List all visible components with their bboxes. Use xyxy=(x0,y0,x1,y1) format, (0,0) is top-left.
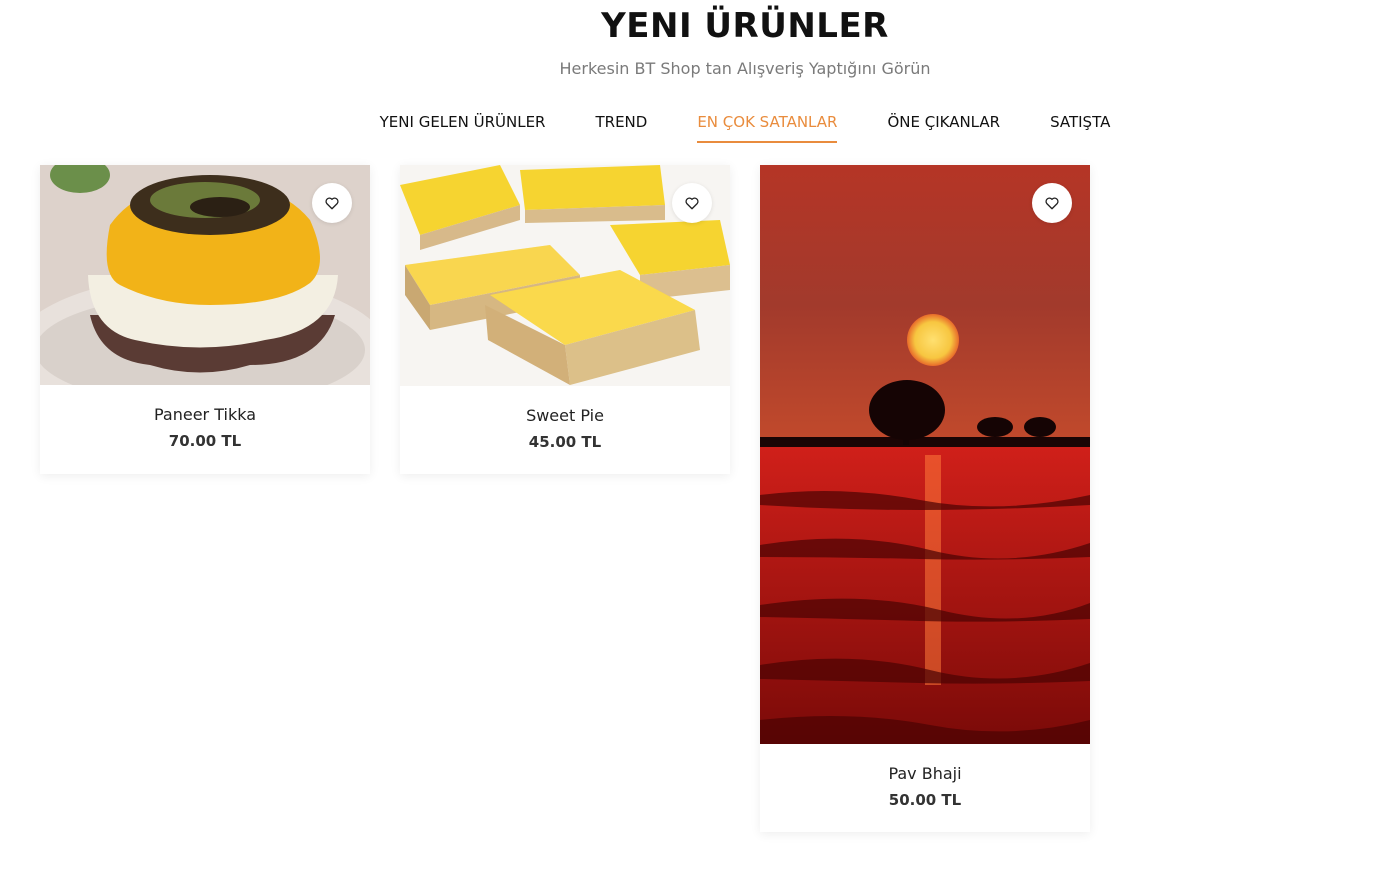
product-name[interactable]: Pav Bhaji xyxy=(760,764,1090,783)
product-price: 70.00 TL xyxy=(168,432,242,450)
tab-featured[interactable]: ÖNE ÇIKANLAR xyxy=(887,111,1000,141)
product-name[interactable]: Paneer Tikka xyxy=(40,405,370,424)
wishlist-button[interactable] xyxy=(312,183,352,223)
section-title: YENI ÜRÜNLER xyxy=(601,6,889,46)
product-image[interactable] xyxy=(40,165,370,385)
tab-new-arrivals[interactable]: YENI GELEN ÜRÜNLER xyxy=(380,111,546,141)
product-price: 45.00 TL xyxy=(528,433,602,451)
product-image[interactable] xyxy=(400,165,730,386)
section-subtitle: Herkesin BT Shop tan Alışveriş Yaptığını… xyxy=(559,59,931,78)
product-card[interactable]: Pav Bhaji 50.00 TL xyxy=(760,165,1090,832)
tab-best-sellers[interactable]: EN ÇOK SATANLAR xyxy=(697,111,838,143)
product-image[interactable] xyxy=(760,165,1090,744)
heart-icon xyxy=(685,197,699,209)
tab-trend[interactable]: TREND xyxy=(595,111,647,141)
product-price: 50.00 TL xyxy=(888,791,962,809)
wishlist-button[interactable] xyxy=(672,183,712,223)
product-card[interactable]: Paneer Tikka 70.00 TL xyxy=(40,165,370,474)
heart-icon xyxy=(325,197,339,209)
product-card[interactable]: Sweet Pie 45.00 TL xyxy=(400,165,730,474)
tab-on-sale[interactable]: SATIŞTA xyxy=(1050,111,1110,141)
product-name[interactable]: Sweet Pie xyxy=(400,406,730,425)
wishlist-button[interactable] xyxy=(1032,183,1072,223)
product-tabs: YENI GELEN ÜRÜNLER TREND EN ÇOK SATANLAR… xyxy=(0,111,1395,145)
heart-icon xyxy=(1045,197,1059,209)
